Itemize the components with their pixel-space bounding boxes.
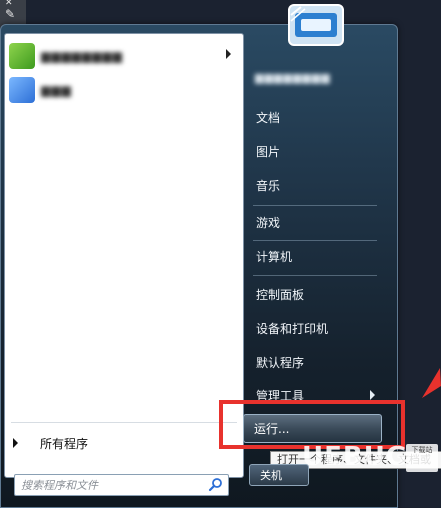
desktop-icon: ✕ xyxy=(5,0,13,8)
programs-pane: ▆▆▆▆▆▆▆▆ ▆▆▆ 所有程序 xyxy=(4,33,244,496)
all-programs-label: 所有程序 xyxy=(40,436,89,451)
divider xyxy=(253,240,377,241)
search-icon[interactable] xyxy=(208,477,224,493)
menu-item-default-programs[interactable]: 默认程序 xyxy=(251,350,379,374)
divider xyxy=(253,205,377,206)
menu-item-pictures[interactable]: 图片 xyxy=(251,139,379,163)
menu-item-label: 默认程序 xyxy=(256,355,305,370)
program-label: ▆▆▆ xyxy=(41,83,72,97)
program-blue-icon xyxy=(9,77,35,103)
submenu-arrow-icon xyxy=(370,390,375,400)
menu-item-music[interactable]: 音乐 xyxy=(251,173,379,197)
all-programs-button[interactable]: 所有程序 xyxy=(9,432,239,454)
divider xyxy=(11,422,237,423)
menu-item-computer[interactable]: 计算机 xyxy=(251,244,379,268)
menu-item-label: 图片 xyxy=(256,144,281,159)
menu-item-label: 设备和打印机 xyxy=(256,321,329,336)
menu-item-label: 音乐 xyxy=(256,178,281,193)
program-label: ▆▆▆▆▆▆▆▆ xyxy=(41,49,123,63)
watermark-badge: 下载站 xyxy=(406,444,438,472)
watermark: UEBUG 下载站 xyxy=(290,440,441,506)
user-picture-icon[interactable] xyxy=(287,3,345,47)
menu-item-label: 文档 xyxy=(256,110,281,125)
user-name[interactable]: ▆▆▆▆▆▆▆▆ xyxy=(255,71,331,84)
search-box xyxy=(14,474,229,496)
program-green-icon xyxy=(9,43,35,69)
menu-item-devices-printers[interactable]: 设备和打印机 xyxy=(251,316,379,340)
watermark-text: UEBUG xyxy=(302,442,409,472)
pinned-program-2[interactable]: ▆▆▆ xyxy=(9,74,239,106)
search-input[interactable] xyxy=(15,477,208,493)
triangle-right-icon xyxy=(13,438,18,448)
menu-item-documents[interactable]: 文档 xyxy=(251,105,379,129)
menu-item-label: 控制面板 xyxy=(256,287,305,302)
menu-item-label: 计算机 xyxy=(256,249,293,264)
shutdown-label: 关机 xyxy=(260,469,282,482)
submenu-arrow-icon xyxy=(226,49,231,59)
menu-item-label: 游戏 xyxy=(256,215,281,230)
divider xyxy=(253,275,377,276)
pinned-program-1[interactable]: ▆▆▆▆▆▆▆▆ xyxy=(9,40,239,72)
pin-icon: ✎ xyxy=(5,7,16,21)
red-arrow-icon xyxy=(422,368,441,398)
menu-item-games[interactable]: 游戏 xyxy=(251,210,379,234)
menu-item-control-panel[interactable]: 控制面板 xyxy=(251,282,379,306)
